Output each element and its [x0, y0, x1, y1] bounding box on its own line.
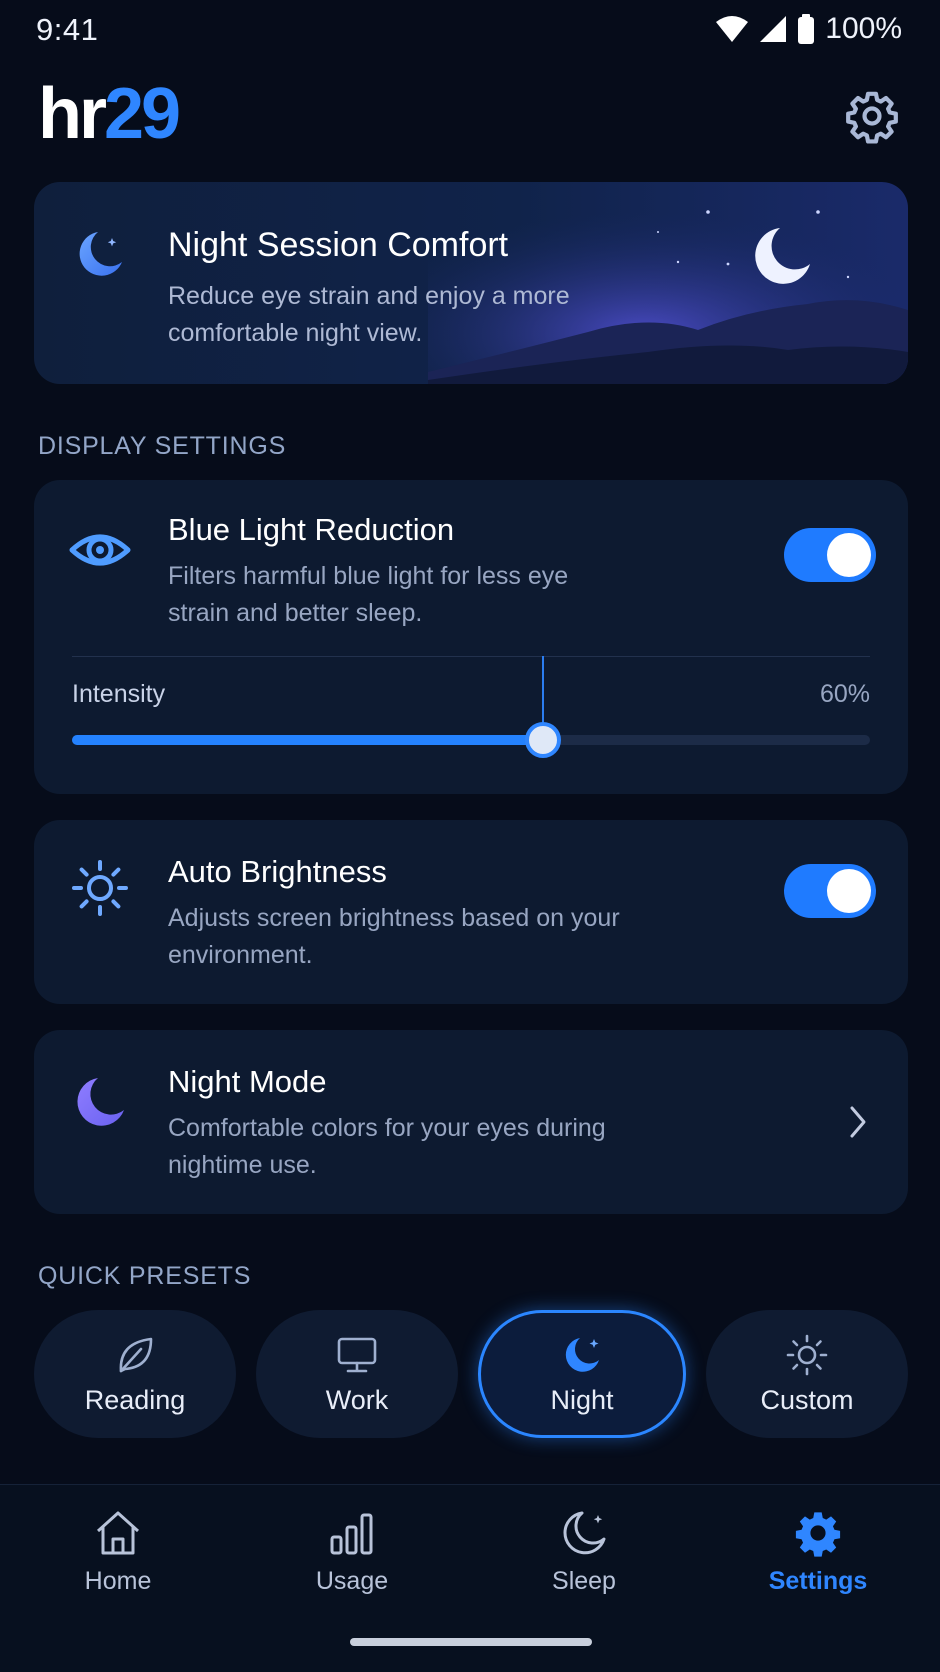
display-settings-label: DISPLAY SETTINGS	[38, 432, 287, 460]
intensity-slider[interactable]	[72, 722, 870, 758]
nav-label: Home	[84, 1567, 152, 1595]
blue-light-reduction-card: Blue Light Reduction Filters harmful blu…	[34, 480, 908, 794]
home-icon	[96, 1511, 140, 1555]
monitor-icon	[337, 1337, 377, 1372]
nav-usage[interactable]: Usage	[272, 1507, 432, 1596]
status-time: 9:41	[36, 12, 99, 47]
preset-work[interactable]: Work	[256, 1310, 458, 1438]
logo-text-hr: hr	[38, 74, 107, 154]
night-mode-subtitle: Comfortable colors for your eyes during …	[168, 1114, 606, 1179]
preset-custom[interactable]: Custom	[706, 1310, 908, 1438]
logo-text-29: 29	[104, 74, 181, 154]
preset-label: Work	[325, 1384, 389, 1415]
moon-star-icon	[565, 1337, 599, 1372]
sun-icon	[786, 1334, 828, 1375]
divider	[72, 656, 870, 657]
nav-label: Settings	[768, 1567, 868, 1595]
nav-home[interactable]: Home	[38, 1507, 198, 1596]
settings-gear-button[interactable]	[844, 88, 900, 144]
nav-settings[interactable]: Settings	[738, 1507, 898, 1596]
night-mode-card[interactable]: Night Mode Comfortable colors for your e…	[34, 1030, 908, 1214]
status-indicators: 100%	[715, 12, 902, 46]
nav-sleep[interactable]: Sleep	[504, 1507, 664, 1596]
blue-light-title: Blue Light Reduction	[168, 512, 455, 547]
battery-percentage: 100%	[825, 12, 902, 45]
home-indicator[interactable]	[350, 1638, 592, 1646]
auto-brightness-subtitle: Adjusts screen brightness based on your …	[168, 904, 620, 969]
quick-presets-label: QUICK PRESETS	[38, 1262, 252, 1290]
eye-icon	[69, 534, 131, 566]
battery-icon	[798, 14, 815, 44]
night-session-banner: Night Session Comfort Reduce eye strain …	[34, 182, 908, 384]
slider-fill	[72, 735, 543, 745]
auto-brightness-title: Auto Brightness	[168, 854, 387, 889]
moon-icon	[77, 1078, 124, 1126]
auto-brightness-toggle[interactable]	[784, 864, 876, 918]
nav-label: Sleep	[552, 1567, 616, 1595]
nav-label: Usage	[315, 1567, 389, 1595]
preset-label: Night	[550, 1384, 614, 1415]
preset-reading[interactable]: Reading	[34, 1310, 236, 1438]
auto-brightness-card: Auto Brightness Adjusts screen brightnes…	[34, 820, 908, 1004]
slider-thumb[interactable]	[525, 722, 561, 758]
gear-icon	[846, 91, 898, 144]
blue-light-toggle[interactable]	[784, 528, 876, 582]
quick-presets: Reading Work Night Custom	[34, 1310, 908, 1438]
hero-title: Night Session Comfort	[168, 226, 509, 264]
preset-label: Reading	[84, 1384, 186, 1415]
wifi-icon	[716, 16, 749, 42]
hero-subtitle: Reduce eye strain and enjoy a more comfo…	[168, 282, 570, 347]
chevron-right-icon[interactable]	[846, 1104, 870, 1140]
sun-icon	[72, 860, 128, 916]
app-logo: hr29	[38, 78, 181, 150]
preset-night[interactable]: Night	[478, 1310, 686, 1438]
moon-icon	[563, 1511, 606, 1555]
crescent-moon-icon	[79, 232, 122, 276]
blue-light-subtitle: Filters harmful blue light for less eye …	[168, 562, 569, 627]
bar-chart-icon	[330, 1513, 373, 1555]
toggle-knob	[827, 869, 871, 913]
intensity-value: 60%	[819, 680, 870, 708]
night-mode-title: Night Mode	[168, 1064, 327, 1099]
toggle-knob	[827, 533, 871, 577]
leaf-icon	[119, 1337, 153, 1372]
intensity-label: Intensity	[72, 680, 166, 708]
preset-label: Custom	[760, 1384, 854, 1415]
cellular-signal-icon	[760, 16, 787, 42]
gear-icon	[795, 1512, 841, 1557]
